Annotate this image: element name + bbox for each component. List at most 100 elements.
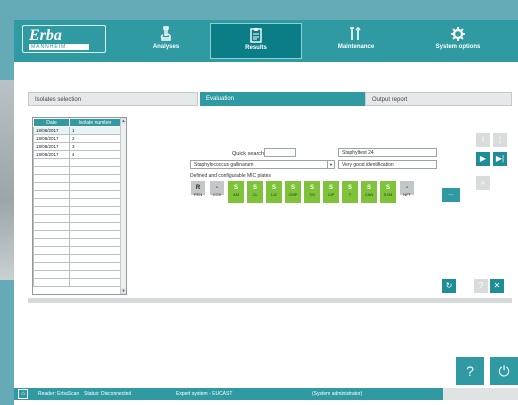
tab-results[interactable]: Results [210, 23, 302, 59]
table-row[interactable]: 18/08/2017 4 [33, 150, 121, 159]
table-row[interactable] [33, 190, 121, 199]
close-icon[interactable]: ✕ [490, 279, 504, 293]
status-expert-system: Expert system - EUCAST [176, 391, 233, 397]
mic-plate[interactable]: S CL [247, 181, 263, 203]
cell-date: 18/08/2017 [33, 126, 70, 135]
tab-analyses[interactable]: Analyses [120, 23, 212, 59]
table-row[interactable] [33, 278, 121, 287]
home-icon[interactable]: ⌂ [18, 389, 28, 399]
scroll-up-icon[interactable]: ▲ [121, 118, 126, 124]
table-row[interactable] [33, 262, 121, 271]
cell-isolate-number [69, 182, 121, 191]
cell-date [33, 182, 70, 191]
plate-name: CMP [288, 192, 298, 197]
microscope-icon [120, 26, 212, 44]
column-header-isolate-number[interactable]: Isolate number [69, 118, 121, 127]
table-row[interactable] [33, 166, 121, 175]
mic-plate[interactable]: S CAN [361, 181, 377, 203]
mic-plate[interactable]: S CIP [323, 181, 339, 203]
cell-isolate-number [69, 222, 121, 231]
table-row[interactable] [33, 174, 121, 183]
cell-isolate-number [69, 198, 121, 207]
mic-plate[interactable]: - NFT [399, 181, 415, 203]
cell-isolate-number [69, 166, 121, 175]
info-button[interactable]: i [476, 133, 490, 147]
table-row[interactable] [33, 182, 121, 191]
table-row[interactable] [33, 214, 121, 223]
logo-subtitle: MANNHEIM [29, 44, 89, 50]
table-row[interactable] [33, 158, 121, 167]
chevron-down-icon[interactable]: ▼ [327, 161, 334, 168]
cell-isolate-number [69, 190, 121, 199]
cell-date: 18/08/2017 [33, 150, 70, 159]
cell-isolate-number [69, 158, 121, 167]
table-row[interactable] [33, 254, 121, 263]
mic-plate[interactable]: S TEI [304, 181, 320, 203]
background: Erba MANNHEIM Analyses Results Maintenan… [0, 0, 518, 405]
organism-select[interactable]: Staphylococcus gallinarum ▼ [190, 160, 335, 169]
plate-name: PEN [193, 192, 203, 197]
quick-search-input[interactable] [264, 148, 296, 157]
step-output-report[interactable]: Output report [365, 92, 512, 106]
plates-label: Defined and configurable MIC plates [190, 173, 271, 179]
cell-date [33, 166, 70, 175]
identification-field: Very good identification [338, 160, 437, 169]
table-row[interactable] [33, 222, 121, 231]
mic-plate[interactable]: S SXM [380, 181, 396, 203]
last-icon[interactable]: ▶| [493, 152, 507, 166]
mic-plate[interactable]: S CMP [285, 181, 301, 203]
cell-date [33, 246, 70, 255]
help-icon[interactable]: ? [456, 357, 484, 385]
mic-plate[interactable]: ST [342, 181, 358, 203]
table-row[interactable] [33, 198, 121, 207]
cell-date [33, 230, 70, 239]
step-evaluation[interactable]: Evaluation [200, 92, 365, 106]
cell-date [33, 190, 70, 199]
cell-isolate-number [69, 270, 121, 279]
table-row[interactable] [33, 238, 121, 247]
table-scrollbar[interactable]: ▲ ▼ [120, 118, 126, 294]
help-small-icon[interactable]: ? [474, 279, 488, 293]
mic-plate[interactable]: - COX [209, 181, 225, 203]
table-row[interactable] [33, 230, 121, 239]
step-isolates-selection[interactable]: Isolates selection [28, 92, 198, 106]
table-row[interactable]: 18/08/2017 3 [33, 142, 121, 151]
plate-name: CIP [327, 192, 335, 197]
status-bar-end [443, 388, 518, 400]
tab-system-options[interactable]: System options [412, 23, 504, 59]
cell-isolate-number [69, 214, 121, 223]
column-header-date[interactable]: Date [33, 118, 70, 127]
plate-name: TEI [308, 192, 316, 197]
cell-isolate-number: 3 [69, 142, 121, 151]
info-alt-button[interactable]: ¦ [493, 133, 507, 147]
table-row[interactable] [33, 206, 121, 215]
more-plates-button[interactable]: ... [442, 188, 460, 202]
isolates-table: Date Isolate number 18/08/2017 1 18/08/201… [32, 117, 127, 295]
mic-plate[interactable]: S LIZ [266, 181, 282, 203]
strain-field[interactable]: Staphyltest 24 [338, 148, 437, 157]
tools-icon [310, 26, 402, 44]
status-connection: Status: Disconnected [84, 391, 132, 397]
table-row[interactable]: 18/08/2017 1 [33, 126, 121, 135]
organism-select-value: Staphylococcus gallinarum [194, 162, 254, 168]
tab-maintenance[interactable]: Maintenance [310, 23, 402, 59]
table-row[interactable]: 18/08/2017 2 [33, 134, 121, 143]
cell-isolate-number: 1 [69, 126, 121, 135]
scroll-down-icon[interactable]: ▼ [121, 288, 126, 294]
erba-logo: Erba MANNHEIM [22, 25, 106, 53]
next-icon[interactable]: ▶ [476, 152, 490, 166]
table-row[interactable] [33, 246, 121, 255]
cell-isolate-number [69, 230, 121, 239]
power-icon[interactable]: ⏻ [490, 357, 518, 385]
cell-date [33, 198, 70, 207]
mic-plate[interactable]: R PEN [190, 181, 206, 203]
cell-date [33, 238, 70, 247]
cell-isolate-number [69, 238, 121, 247]
top-navigation: Erba MANNHEIM Analyses Results Maintenan… [14, 20, 518, 62]
plate-name: T [348, 192, 352, 197]
refresh-icon[interactable]: ↻ [442, 279, 456, 293]
microscope-small-icon[interactable]: ⌕ [476, 176, 490, 190]
mic-plate[interactable]: S AM [228, 181, 244, 203]
table-row[interactable] [33, 270, 121, 279]
plate-name: NFT [403, 192, 411, 197]
